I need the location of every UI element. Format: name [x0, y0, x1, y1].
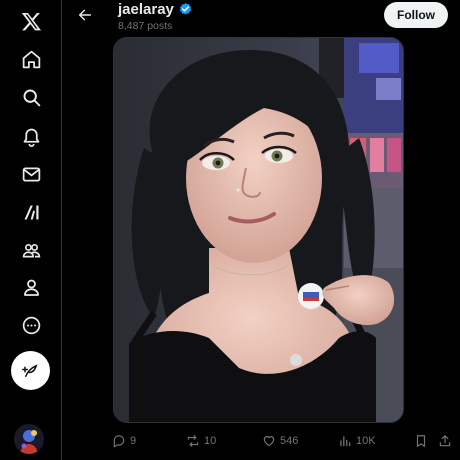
x-logo-icon[interactable]	[12, 2, 50, 40]
views-button[interactable]: 10K	[338, 430, 376, 452]
bookmark-icon	[416, 435, 426, 447]
more-icon[interactable]	[12, 306, 50, 344]
follow-button[interactable]: Follow	[384, 2, 448, 28]
compose-post-button[interactable]	[11, 351, 50, 390]
messages-icon[interactable]	[12, 155, 50, 193]
bookmark-button[interactable]	[414, 430, 432, 452]
repost-icon	[187, 435, 199, 447]
repost-button[interactable]: 10	[186, 430, 216, 452]
post-photo[interactable]	[113, 37, 404, 423]
reply-button[interactable]: 9	[112, 430, 136, 452]
compose-icon	[21, 363, 37, 377]
profile-header: jaelaray 8,487 posts Follow	[62, 0, 460, 38]
back-button[interactable]	[74, 4, 96, 26]
verified-badge-icon	[179, 2, 191, 15]
views-count: 10K	[356, 435, 376, 447]
profile-icon[interactable]	[12, 268, 50, 306]
display-name: jaelaray	[118, 1, 174, 18]
share-icon	[439, 435, 451, 447]
notifications-icon[interactable]	[12, 117, 50, 155]
post-actions: 9 10 546 10K	[62, 430, 460, 452]
arrow-left-icon	[78, 9, 92, 21]
selfie-illustration	[114, 38, 403, 422]
grok-icon[interactable]	[12, 193, 50, 231]
account-avatar[interactable]	[14, 424, 44, 454]
home-icon[interactable]	[12, 40, 50, 78]
like-count: 546	[280, 435, 299, 447]
search-icon[interactable]	[12, 78, 50, 116]
views-chart-icon	[340, 436, 351, 447]
like-button[interactable]: 546	[262, 430, 298, 452]
heart-icon	[263, 436, 275, 447]
repost-count: 10	[204, 435, 217, 447]
post-count: 8,487 posts	[118, 20, 173, 32]
sidebar-nav	[0, 0, 62, 460]
communities-icon[interactable]	[12, 231, 50, 269]
reply-count: 9	[130, 435, 137, 447]
name-row: jaelaray	[118, 1, 193, 18]
reply-icon	[113, 435, 125, 448]
share-button[interactable]	[438, 430, 456, 452]
